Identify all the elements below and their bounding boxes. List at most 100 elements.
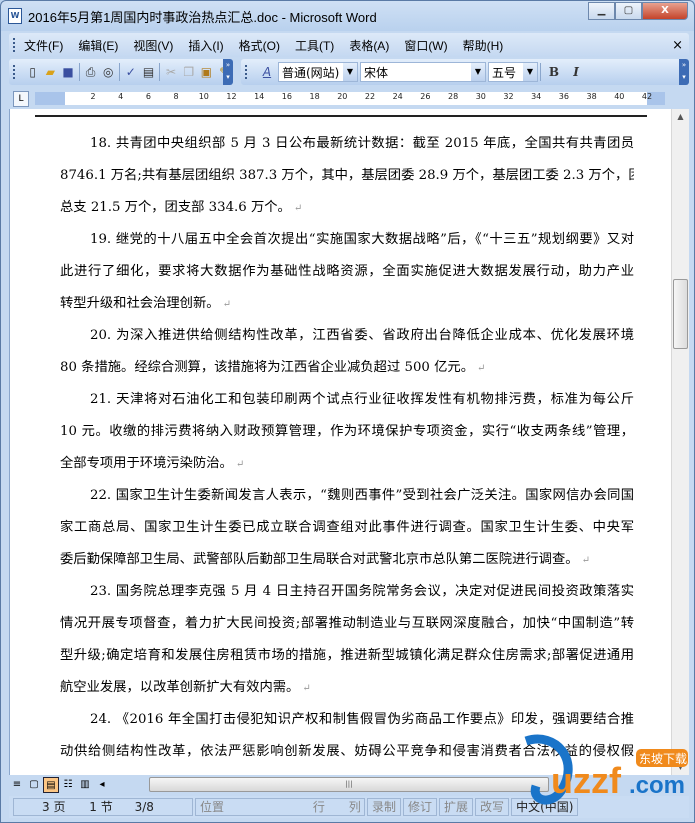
menu-bar: 文件(F) 编辑(E) 视图(V) 插入(I) 格式(O) 工具(T) 表格(A… — [9, 33, 689, 57]
document-area[interactable]: 18. 共青团中央组织部 5 月 3 日公布最新统计数据：截至 2015 年底，… — [9, 109, 671, 775]
paragraph-mark-icon: ↵ — [293, 203, 303, 214]
normal-view-icon[interactable]: ≡ — [9, 777, 25, 793]
ruler-tick: 14 — [254, 92, 265, 101]
ruler-row: L 2 4 6 8 10 12 14 16 18 20 22 24 26 28 30 32 34 36 38 40 42 — [9, 89, 689, 109]
menu-tools[interactable]: 工具(T) — [295, 37, 334, 54]
position-label: 位置 — [200, 800, 225, 814]
line-text: 转型升级和社会治理创新。 — [60, 296, 220, 311]
title-bar: W 2016年5月第1周国内时事政治热点汇总.doc - Microsoft W… — [1, 1, 694, 31]
close-document-icon[interactable]: × — [672, 38, 683, 53]
line-text: 80 条措施。经综合测算，该措施将为江西省企业减负超过 500 亿元。 — [60, 360, 474, 375]
track-changes-indicator[interactable]: 修订 — [403, 798, 438, 816]
menu-file[interactable]: 文件(F) — [24, 37, 63, 54]
tab-selector[interactable]: L — [13, 91, 29, 107]
grip-handle[interactable] — [245, 65, 248, 79]
paragraph[interactable]: 20. 为深入推进供给侧结构性改革，江西省委、省政府出台降低企业成本、优化发展环… — [60, 320, 634, 384]
ruler-tick: 28 — [448, 92, 459, 101]
grip-handle[interactable] — [13, 65, 16, 79]
line-text: 8746.1 万名;共有基层团组织 387.3 万个，其中，基层团委 28.9 … — [60, 168, 634, 183]
ruler-tick: 6 — [145, 92, 151, 101]
line-text: 23. 国务院总理李克强 5 月 4 日主持召开国务院常务会议，决定对促进民间投… — [90, 584, 634, 599]
bold-button[interactable]: B — [544, 63, 564, 81]
overtype-indicator[interactable]: 改写 — [475, 798, 510, 816]
menu-table[interactable]: 表格(A) — [349, 37, 389, 54]
style-select[interactable]: 普通(网站) ▼ — [278, 62, 358, 82]
minimize-button[interactable]: ▁ — [588, 2, 615, 20]
print-preview-icon[interactable]: ◎ — [100, 63, 116, 81]
text-line: 19. 继党的十八届五中全会首次提出“实施国家大数据战略”后，《“十三五”规划纲… — [60, 224, 634, 256]
text-line: 此进行了细化，要求将大数据作为基础性战略资源，全面实施促进大数据发展行动，助力产… — [60, 256, 634, 288]
paragraph[interactable]: 23. 国务院总理李克强 5 月 4 日主持召开国务院常务会议，决定对促进民间投… — [60, 576, 634, 704]
svg-text:东坡下载: 东坡下载 — [639, 752, 687, 766]
toolbar-options-icon[interactable]: » ▾ — [679, 59, 689, 85]
italic-button[interactable]: I — [566, 63, 586, 81]
menu-help[interactable]: 帮助(H) — [463, 37, 504, 54]
ruler-tick: 2 — [90, 92, 96, 101]
grip-handle[interactable] — [13, 38, 16, 52]
maximize-button[interactable]: ▢ — [615, 2, 642, 20]
print-view-icon[interactable]: ▤ — [43, 777, 59, 793]
text-line: 航空业发展，以改革创新扩大有效内需。 ↵ — [60, 672, 634, 704]
line-text: 24. 《2016 年全国打击侵犯知识产权和制售假冒伪劣商品工作要点》印发，强调… — [90, 712, 634, 727]
ruler-tick: 20 — [337, 92, 348, 101]
paragraph-mark-icon: ↵ — [581, 555, 590, 566]
spelling-icon[interactable]: ✓ — [123, 63, 139, 81]
menu-window[interactable]: 窗口(W) — [404, 37, 447, 54]
outline-view-icon[interactable]: ☷ — [60, 777, 76, 793]
ruler-tick: 18 — [309, 92, 320, 101]
research-icon[interactable]: ▤ — [141, 63, 157, 81]
page-number: 3 页 — [42, 800, 66, 814]
menu-insert[interactable]: 插入(I) — [188, 37, 223, 54]
font-value: 宋体 — [364, 65, 389, 80]
word-app-icon[interactable]: W — [8, 8, 22, 24]
paragraph-mark-icon: ↵ — [477, 363, 486, 374]
line-text: 19. 继党的十八届五中全会首次提出“实施国家大数据战略”后，《“十三五”规划纲… — [90, 232, 634, 247]
line-text: 总支 21.5 万个，团支部 334.6 万个。 — [60, 200, 291, 215]
paragraph[interactable]: 22. 国家卫生计生委新闻发言人表示，“魏则西事件”受到社会广泛关注。国家网信办… — [60, 480, 634, 576]
reading-view-icon[interactable]: ▥ — [77, 777, 93, 793]
text-line: 22. 国家卫生计生委新闻发言人表示，“魏则西事件”受到社会广泛关注。国家网信办… — [60, 480, 634, 512]
scroll-up-icon[interactable]: ▲ — [672, 109, 689, 125]
record-indicator[interactable]: 录制 — [367, 798, 402, 816]
new-document-icon[interactable]: ▯ — [25, 63, 41, 81]
paragraph-mark-icon: ↵ — [222, 299, 231, 310]
menu-edit[interactable]: 编辑(E) — [78, 37, 118, 54]
paragraph[interactable]: 19. 继党的十八届五中全会首次提出“实施国家大数据战略”后，《“十三五”规划纲… — [60, 224, 634, 320]
ruler-tick: 10 — [198, 92, 209, 101]
save-icon[interactable]: ■ — [60, 63, 76, 81]
chevron-down-icon[interactable]: ▼ — [471, 63, 485, 81]
scroll-thumb[interactable] — [673, 279, 688, 349]
page-of: 3/8 — [134, 800, 154, 814]
paragraph[interactable]: 18. 共青团中央组织部 5 月 3 日公布最新统计数据：截至 2015 年底，… — [60, 128, 634, 224]
menu-view[interactable]: 视图(V) — [133, 37, 173, 54]
ruler-tick: 26 — [420, 92, 431, 101]
cut-icon[interactable]: ✂ — [163, 63, 179, 81]
toolbar-options-icon[interactable]: » ▾ — [223, 59, 233, 85]
styles-icon[interactable]: A — [257, 63, 277, 81]
line-text: 此进行了细化，要求将大数据作为基础性战略资源，全面实施促进大数据发展行动，助力产… — [60, 264, 634, 279]
text-line: 型升级;确定培育和发展住房租赁市场的措施，推进新型城镇化满足群众住房需求;部署促… — [60, 640, 634, 672]
scroll-left-icon[interactable]: ◂ — [94, 777, 110, 793]
horizontal-ruler[interactable]: 2 4 6 8 10 12 14 16 18 20 22 24 26 28 30 32 34 36 38 40 42 — [35, 92, 665, 105]
web-view-icon[interactable]: ▢ — [26, 777, 42, 793]
vertical-scrollbar[interactable]: ▲ ▼ — [671, 109, 689, 775]
close-button[interactable]: X — [642, 2, 688, 20]
ruler-tick: 24 — [392, 92, 403, 101]
paragraph[interactable]: 21. 天津将对石油化工和包装印刷两个试点行业征收挥发性有机物排污费，标准为每公… — [60, 384, 634, 480]
font-select[interactable]: 宋体 ▼ — [360, 62, 486, 82]
font-size-select[interactable]: 五号 ▼ — [488, 62, 538, 82]
open-folder-icon[interactable]: ▰ — [43, 63, 59, 81]
menu-format[interactable]: 格式(O) — [239, 37, 280, 54]
text-line: 10 元。收缴的排污费将纳入财政预算管理，作为环境保护专项资金，实行“收支两条线… — [60, 416, 634, 448]
paragraph-mark-icon: ↵ — [302, 683, 311, 694]
chevron-down-icon[interactable]: ▼ — [523, 63, 537, 81]
ruler-tick: 30 — [475, 92, 486, 101]
copy-icon[interactable]: ❐ — [181, 63, 197, 81]
extend-indicator[interactable]: 扩展 — [439, 798, 474, 816]
ruler-tick: 12 — [226, 92, 237, 101]
ruler-tick: 40 — [614, 92, 625, 101]
paste-icon[interactable]: ▣ — [199, 63, 215, 81]
print-icon[interactable]: ⎙ — [83, 63, 99, 81]
horizontal-scrollbar[interactable]: ||| — [149, 777, 549, 792]
chevron-down-icon[interactable]: ▼ — [343, 63, 357, 81]
